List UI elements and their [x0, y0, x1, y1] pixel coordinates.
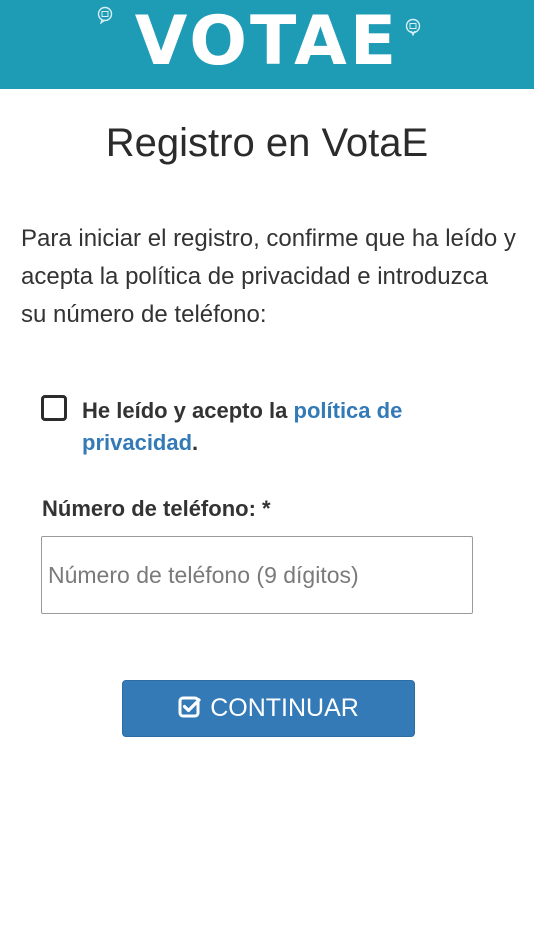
- phone-input[interactable]: [41, 536, 473, 614]
- ballot-bubble-icon: [405, 18, 421, 36]
- consent-text: He leído y acepto la: [82, 398, 294, 423]
- app-logo: VOTAE: [134, 2, 400, 81]
- check-square-icon: [178, 696, 201, 718]
- continue-label: CONTINUAR: [210, 694, 359, 722]
- privacy-consent-label: He leído y acepto la política de privaci…: [82, 395, 512, 459]
- continue-button[interactable]: CONTINUAR: [122, 680, 415, 737]
- privacy-consent-checkbox[interactable]: [41, 395, 67, 421]
- consent-period: .: [192, 430, 199, 455]
- app-header: VOTAE: [0, 0, 534, 89]
- intro-text: Para iniciar el registro, confirme que h…: [21, 225, 516, 328]
- page-title: Registro en VotaE: [105, 121, 429, 165]
- phone-label: Número de teléfono: *: [42, 496, 271, 521]
